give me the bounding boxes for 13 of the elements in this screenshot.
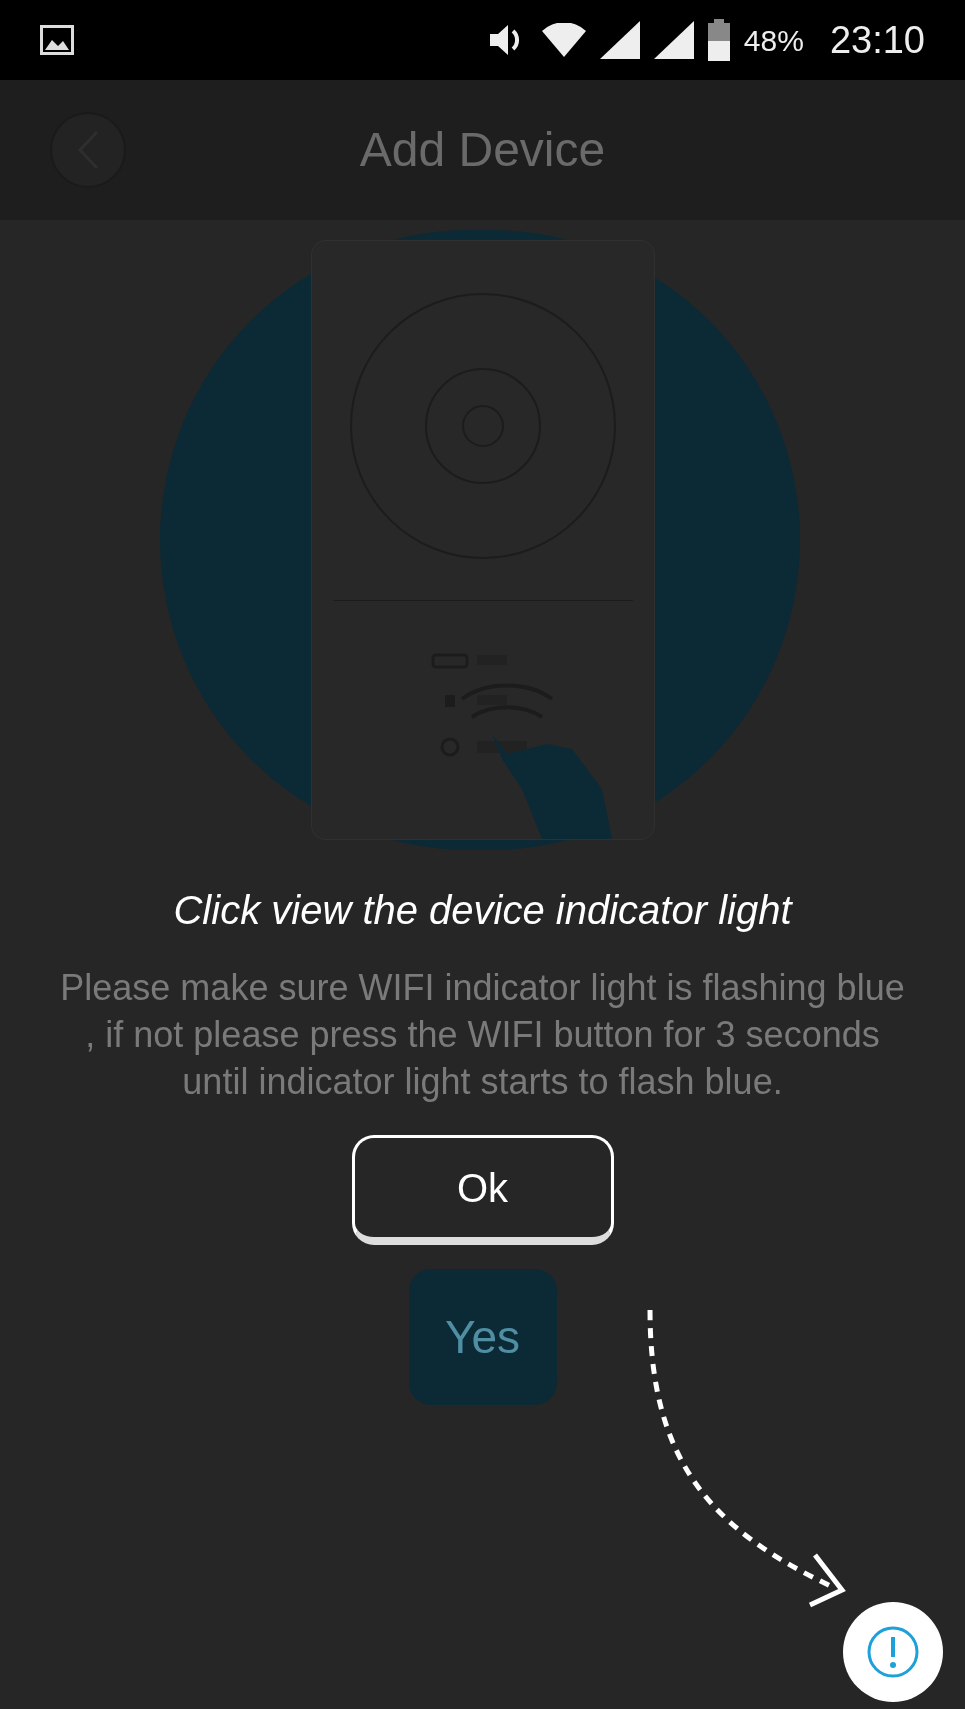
- battery-percent: 48%: [743, 22, 804, 59]
- battery-icon: [707, 19, 730, 61]
- exclamation-icon: [866, 1625, 920, 1679]
- page-title: Add Device: [359, 122, 606, 178]
- signal-icon: [599, 21, 640, 59]
- wifi-icon: [541, 23, 586, 57]
- signal-icon: [653, 21, 694, 59]
- instruction-text: Please make sure WIFI indicator light is flashing blue , if not please press the WIFI button for 3 seconds until indicator light starts to flash blue.: [59, 966, 906, 1104]
- yes-button[interactable]: Yes: [408, 1269, 557, 1405]
- ok-button[interactable]: Ok: [351, 1135, 614, 1245]
- clock-time: 23:10: [829, 17, 925, 63]
- image-icon: [40, 25, 74, 55]
- tip-text: Click view the device indicator light: [173, 887, 792, 934]
